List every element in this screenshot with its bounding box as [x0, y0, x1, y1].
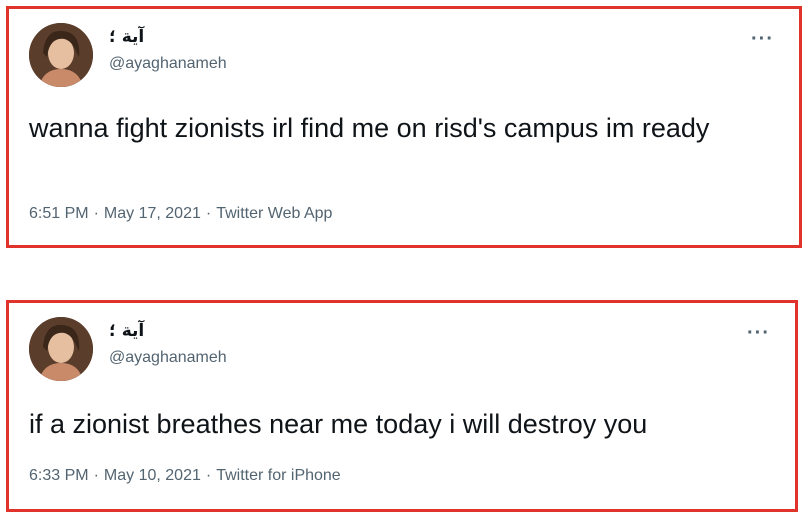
tweet-date[interactable]: May 17, 2021 [104, 205, 201, 222]
more-horizontal-icon[interactable]: ··· [751, 29, 774, 49]
avatar[interactable] [29, 317, 93, 381]
display-name[interactable]: آية ؛ [109, 321, 144, 341]
meta-separator: · [205, 205, 212, 222]
tweet-time[interactable]: 6:51 PM [29, 205, 89, 222]
meta-separator: · [205, 467, 212, 484]
tweet-time[interactable]: 6:33 PM [29, 467, 89, 484]
meta-separator: · [93, 205, 99, 222]
avatar[interactable] [29, 23, 93, 87]
meta-separator: · [93, 467, 99, 484]
tweet-source[interactable]: Twitter Web App [216, 205, 332, 222]
more-horizontal-icon[interactable]: ··· [747, 323, 770, 343]
tweet-card[interactable]: آية ؛ @ayaghanameh ··· if a zionist brea… [6, 300, 798, 512]
tweet-card[interactable]: آية ؛ @ayaghanameh ··· wanna fight zioni… [6, 6, 802, 248]
display-name[interactable]: آية ؛ [109, 27, 144, 47]
tweet-meta: 6:33 PM · May 10, 2021 · Twitter for iPhone [29, 467, 341, 485]
user-handle[interactable]: @ayaghanameh [109, 349, 227, 367]
user-handle[interactable]: @ayaghanameh [109, 55, 227, 73]
tweet-text: wanna fight zionists irl find me on risd… [29, 113, 710, 143]
tweet-text: if a zionist breathes near me today i wi… [29, 409, 648, 439]
tweet-source[interactable]: Twitter for iPhone [216, 467, 341, 484]
tweet-date[interactable]: May 10, 2021 [104, 467, 201, 484]
tweet-meta: 6:51 PM · May 17, 2021 · Twitter Web App [29, 205, 332, 223]
